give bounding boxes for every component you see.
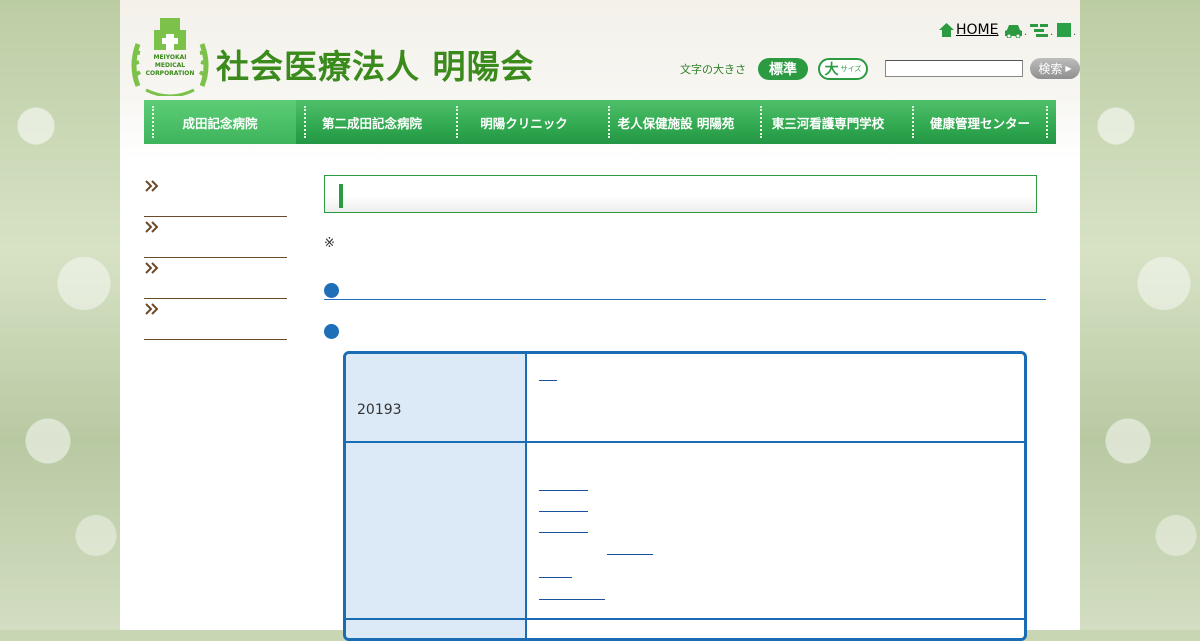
home-link[interactable]: HOME <box>956 22 998 38</box>
page-title-box <box>324 175 1037 213</box>
search-button[interactable]: 検索 ▶ <box>1030 58 1080 79</box>
section-heading-1 <box>324 281 1046 300</box>
table-link[interactable] <box>539 599 605 600</box>
table-cell-value <box>529 443 1024 618</box>
info-table: 20193 <box>343 351 1027 641</box>
separator: . <box>1024 27 1028 38</box>
table-cell-header <box>346 443 527 618</box>
nav-item-daini-narita[interactable]: 第二成田記念病院 <box>296 100 448 144</box>
nav-item-narita-memorial[interactable]: 成田記念病院 <box>144 100 296 144</box>
table-link[interactable] <box>539 532 588 533</box>
background-right <box>1080 0 1200 630</box>
font-large-label: 大 <box>824 62 839 78</box>
side-menu-item[interactable] <box>144 217 287 258</box>
home-icon[interactable] <box>938 22 955 38</box>
note-mark: ※ <box>324 236 335 251</box>
double-chevron-icon <box>145 262 159 274</box>
search-input[interactable] <box>885 60 1023 77</box>
side-menu-item[interactable] <box>144 176 287 217</box>
search-button-label: 検索 <box>1038 62 1063 76</box>
table-cell-header <box>346 620 527 638</box>
table-cell-header: 20193 <box>346 354 527 441</box>
side-menu-item[interactable] <box>144 299 287 340</box>
car-icon[interactable] <box>1004 24 1023 38</box>
arrow-right-icon: ▶ <box>1065 64 1072 73</box>
table-cell-value <box>529 354 1024 441</box>
table-link[interactable] <box>607 554 653 555</box>
table-link[interactable] <box>539 511 588 512</box>
site-title: 社会医療法人 明陽会 <box>216 47 535 86</box>
nav-item-meiyo-clinic[interactable]: 明陽クリニック <box>448 100 600 144</box>
separator: . <box>1050 27 1054 38</box>
title-accent-bar <box>339 184 343 208</box>
nav-item-health-center[interactable]: 健康管理センター <box>904 100 1056 144</box>
table-link[interactable] <box>539 577 572 578</box>
map-icon[interactable] <box>1030 23 1048 37</box>
page: MEIYOKAI MEDICAL CORPORATION 社会医療法人 明陽会 … <box>120 0 1080 641</box>
side-menu <box>144 176 287 340</box>
separator: . <box>996 27 1000 38</box>
sitemap-icon[interactable] <box>1057 23 1071 37</box>
bullet-icon <box>324 324 339 339</box>
table-link[interactable] <box>539 380 557 381</box>
separator: . <box>1073 27 1077 38</box>
nav-item-nursing-school[interactable]: 東三河看護専門学校 <box>752 100 904 144</box>
font-large-button[interactable]: 大サイズ <box>818 58 868 80</box>
nav-item-meiyoen[interactable]: 老人保健施設 明陽苑 <box>600 100 752 144</box>
background-left <box>0 0 120 630</box>
bullet-icon <box>324 283 339 298</box>
global-nav: 成田記念病院 第二成田記念病院 明陽クリニック 老人保健施設 明陽苑 東三河看護… <box>144 100 1056 144</box>
font-standard-button[interactable]: 標準 <box>758 58 808 80</box>
font-standard-label: 標準 <box>769 62 797 78</box>
font-large-sub-label: サイズ <box>840 65 862 73</box>
table-year: 20193 <box>357 402 402 418</box>
double-chevron-icon <box>145 221 159 233</box>
font-size-label: 文字の大きさ <box>680 63 746 76</box>
table-link[interactable] <box>539 490 588 491</box>
logo-link[interactable]: MEIYOKAI MEDICAL CORPORATION <box>128 16 212 98</box>
side-menu-item[interactable] <box>144 258 287 299</box>
logo-text: MEIYOKAI MEDICAL CORPORATION <box>145 54 195 77</box>
double-chevron-icon <box>145 180 159 192</box>
section-heading-2 <box>324 322 1046 340</box>
double-chevron-icon <box>145 303 159 315</box>
